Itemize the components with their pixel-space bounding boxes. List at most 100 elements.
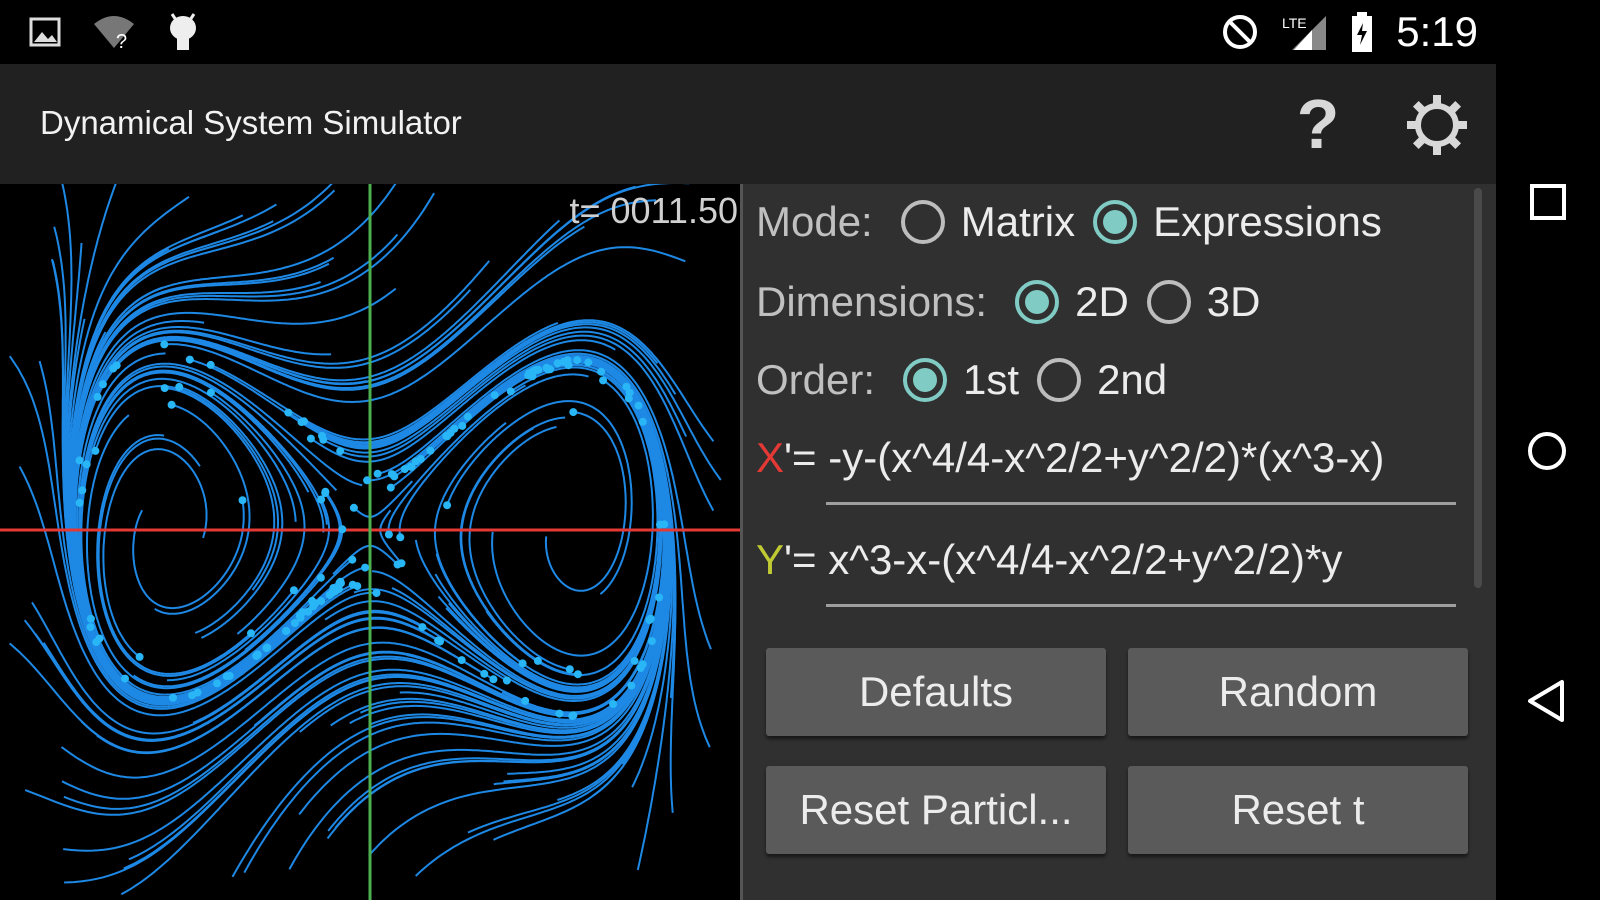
particle-dot: [458, 421, 467, 430]
defaults-button[interactable]: Defaults: [766, 648, 1106, 736]
particle-dot: [386, 483, 395, 492]
particle-dot: [95, 634, 104, 643]
particle-dot: [372, 589, 381, 597]
particle-dot: [638, 660, 647, 669]
particle-dot: [645, 616, 654, 624]
particle-dot: [348, 555, 357, 564]
particle-dot: [188, 691, 197, 700]
particle-dot: [328, 588, 337, 597]
particle-dot: [565, 665, 574, 674]
particle-dot: [384, 530, 393, 539]
help-button[interactable]: ?: [1288, 86, 1348, 162]
particle-dot: [533, 656, 542, 665]
phase-plot-canvas[interactable]: [0, 184, 740, 900]
particle-dot: [569, 408, 578, 417]
order-label: Order:: [756, 356, 876, 403]
particle-dot: [86, 614, 95, 623]
particle-dot: [316, 573, 325, 582]
mode-matrix-radio[interactable]: [900, 200, 945, 244]
particle-dot: [660, 520, 669, 529]
x-equation-row: X'= -y-(x^4/4-x^2/2+y^2/2)*(x^3-x): [756, 434, 1384, 482]
particle-dot: [93, 392, 102, 401]
particle-dot: [544, 365, 553, 374]
back-triangle-icon[interactable]: [1522, 676, 1572, 726]
particle-dot: [531, 366, 540, 375]
reset-t-button[interactable]: Reset t: [1128, 766, 1468, 854]
mode-expressions-radio[interactable]: [1093, 200, 1138, 244]
trajectory-line: [97, 437, 252, 675]
particle-dot: [336, 447, 345, 456]
particle-dot: [563, 356, 572, 365]
android-debug-icon: [170, 13, 196, 50]
order-2nd-label[interactable]: 2nd: [1097, 356, 1167, 404]
trajectory-line: [81, 558, 353, 696]
mode-label: Mode:: [756, 198, 873, 245]
svg-text:LTE: LTE: [1282, 15, 1307, 31]
reset-particles-button[interactable]: Reset Particl...: [766, 766, 1106, 854]
recents-square-icon[interactable]: [1526, 180, 1570, 224]
dimensions-3d-label[interactable]: 3D: [1207, 278, 1261, 326]
particle-dot: [75, 456, 84, 465]
order-1st-radio[interactable]: [903, 358, 948, 402]
mode-expressions-label[interactable]: Expressions: [1153, 198, 1382, 246]
particle-dot: [238, 496, 247, 505]
home-circle-icon[interactable]: [1524, 428, 1570, 474]
battery-charging-icon: [1352, 12, 1373, 52]
particle-dot: [175, 382, 184, 391]
scrollbar[interactable]: [1474, 188, 1482, 588]
gear-icon[interactable]: [1404, 92, 1470, 158]
particle-dot: [490, 391, 499, 400]
order-1st-label[interactable]: 1st: [963, 356, 1019, 404]
y-equation-row: Y'= x^3-x-(x^4/4-x^2/2+y^2/2)*y: [756, 536, 1342, 584]
image-icon: [29, 17, 61, 47]
y-equation-suffix: '=: [784, 536, 817, 583]
particle-dot: [396, 533, 405, 542]
trajectory-line: [445, 363, 662, 693]
app-bar: Dynamical System Simulator ?: [0, 64, 1496, 184]
particle-dot: [426, 446, 435, 455]
particle-dot: [135, 652, 144, 661]
particle-dot: [296, 613, 305, 622]
svg-text:?: ?: [116, 31, 127, 50]
dimensions-2d-label[interactable]: 2D: [1075, 278, 1129, 326]
mode-matrix-label[interactable]: Matrix: [961, 198, 1075, 246]
y-equation-var: Y: [756, 536, 785, 583]
particle-dot: [247, 629, 255, 638]
particle-dot: [443, 501, 452, 510]
particle-dot: [304, 607, 313, 616]
particle-dot: [518, 659, 527, 668]
particle-dot: [400, 465, 409, 474]
particle-dot: [289, 586, 298, 595]
particle-dot: [82, 460, 91, 469]
random-button[interactable]: Random: [1128, 648, 1468, 736]
particle-dot: [457, 656, 466, 665]
status-bar: ? LTE 5:19: [0, 0, 1496, 64]
particle-dot: [390, 472, 399, 481]
dimensions-3d-radio[interactable]: [1146, 280, 1191, 324]
trajectory-line: [132, 500, 245, 610]
particle-dot: [121, 674, 129, 683]
particle-dot: [630, 656, 639, 665]
x-equation-input[interactable]: -y-(x^4/4-x^2/2+y^2/2)*(x^3-x): [828, 434, 1384, 481]
order-row: Order: 1st 2nd: [756, 356, 1185, 404]
dimensions-2d-radio[interactable]: [1015, 280, 1060, 324]
particle-dot: [75, 498, 84, 507]
phase-plot[interactable]: t= 0011.50: [0, 184, 740, 900]
time-label: t= 0011.50: [569, 190, 739, 231]
order-2nd-radio[interactable]: [1037, 358, 1082, 402]
particle-dot: [336, 577, 345, 586]
trajectory-line: [154, 403, 251, 615]
dimensions-row: Dimensions: 2D 3D: [756, 278, 1279, 326]
lte-signal-icon: LTE: [1282, 15, 1327, 50]
particle-dot: [185, 355, 194, 364]
particle-dot: [597, 367, 606, 376]
trajectory-line: [102, 448, 208, 658]
trajectory-line: [544, 411, 627, 592]
particle-dot: [647, 637, 656, 646]
particle-dot: [489, 675, 498, 684]
particle-dot: [321, 489, 330, 497]
particle-dot: [397, 559, 406, 568]
dimensions-label: Dimensions:: [756, 278, 988, 325]
trajectory-line: [459, 416, 566, 662]
y-equation-input[interactable]: x^3-x-(x^4/4-x^2/2+y^2/2)*y: [828, 536, 1342, 583]
